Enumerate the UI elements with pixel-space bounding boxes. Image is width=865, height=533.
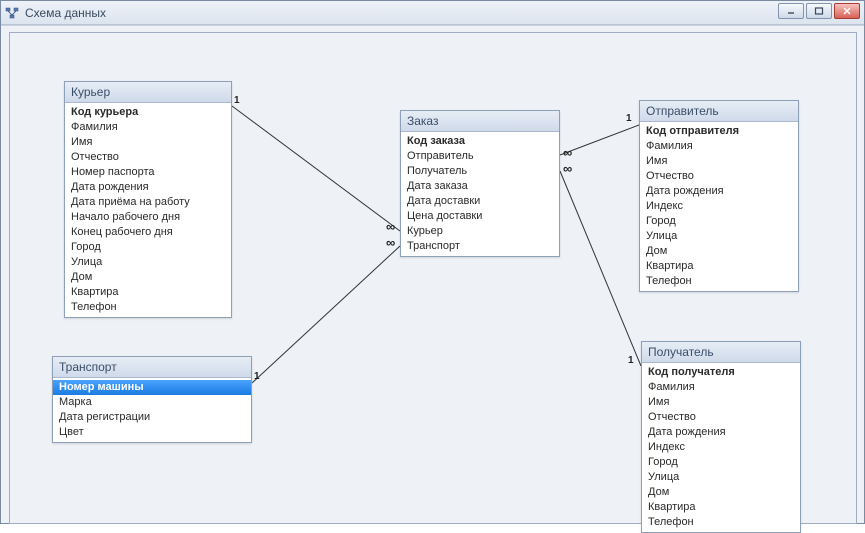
entity-sender[interactable]: ОтправительКод отправителяФамилияИмяОтче…	[639, 100, 799, 292]
field[interactable]: Дата рождения	[65, 180, 231, 195]
field[interactable]: Цвет	[53, 425, 251, 440]
field[interactable]: Квартира	[642, 500, 800, 515]
field[interactable]: Дата регистрации	[53, 410, 251, 425]
relation-one-label: 1	[626, 113, 632, 124]
field[interactable]: Телефон	[640, 274, 798, 289]
window-frame: Схема данных КурьерКод курьераФамилияИмя…	[0, 0, 865, 524]
field[interactable]: Отчество	[640, 169, 798, 184]
field[interactable]: Улица	[642, 470, 800, 485]
field[interactable]: Отчество	[642, 410, 800, 425]
field[interactable]: Дом	[642, 485, 800, 500]
field[interactable]: Код курьера	[65, 105, 231, 120]
close-button[interactable]	[834, 3, 860, 19]
entity-fields: Код получателяФамилияИмяОтчествоДата рож…	[642, 363, 800, 532]
entity-header[interactable]: Отправитель	[640, 101, 798, 122]
entity-order[interactable]: ЗаказКод заказаОтправительПолучательДата…	[400, 110, 560, 257]
relation-many-label: ∞	[563, 165, 572, 173]
field[interactable]: Город	[65, 240, 231, 255]
field[interactable]: Улица	[65, 255, 231, 270]
entity-courier[interactable]: КурьерКод курьераФамилияИмяОтчествоНомер…	[64, 81, 232, 318]
field[interactable]: Квартира	[65, 285, 231, 300]
field[interactable]: Дата заказа	[401, 179, 559, 194]
entity-fields: Код курьераФамилияИмяОтчествоНомер паспо…	[65, 103, 231, 317]
field[interactable]: Фамилия	[65, 120, 231, 135]
entity-header[interactable]: Заказ	[401, 111, 559, 132]
maximize-button[interactable]	[806, 3, 832, 19]
diagram-area[interactable]: КурьерКод курьераФамилияИмяОтчествоНомер…	[9, 32, 857, 524]
field[interactable]: Отчество	[65, 150, 231, 165]
window-buttons	[778, 3, 860, 19]
field[interactable]: Имя	[65, 135, 231, 150]
entity-fields: Код отправителяФамилияИмяОтчествоДата ро…	[640, 122, 798, 291]
field[interactable]: Фамилия	[640, 139, 798, 154]
field[interactable]: Улица	[640, 229, 798, 244]
field[interactable]: Дом	[640, 244, 798, 259]
field[interactable]: Код заказа	[401, 134, 559, 149]
field[interactable]: Цена доставки	[401, 209, 559, 224]
minimize-button[interactable]	[778, 3, 804, 19]
field[interactable]: Телефон	[642, 515, 800, 530]
field[interactable]: Конец рабочего дня	[65, 225, 231, 240]
relation-one-label: 1	[628, 355, 634, 366]
relationships-icon	[5, 6, 19, 20]
field[interactable]: Дата рождения	[640, 184, 798, 199]
field[interactable]: Начало рабочего дня	[65, 210, 231, 225]
field[interactable]: Город	[642, 455, 800, 470]
entity-fields: Номер машиныМаркаДата регистрацииЦвет	[53, 378, 251, 442]
field[interactable]: Квартира	[640, 259, 798, 274]
entity-fields: Код заказаОтправительПолучательДата зака…	[401, 132, 559, 256]
field[interactable]: Фамилия	[642, 380, 800, 395]
field[interactable]: Индекс	[640, 199, 798, 214]
field[interactable]: Отправитель	[401, 149, 559, 164]
entity-header[interactable]: Транспорт	[53, 357, 251, 378]
entity-header[interactable]: Получатель	[642, 342, 800, 363]
field[interactable]: Марка	[53, 395, 251, 410]
field[interactable]: Имя	[642, 395, 800, 410]
canvas[interactable]: КурьерКод курьераФамилияИмяОтчествоНомер…	[1, 25, 864, 523]
relation-one-label: 1	[234, 95, 240, 106]
field[interactable]: Телефон	[65, 300, 231, 315]
field[interactable]: Курьер	[401, 224, 559, 239]
relation-one-label: 1	[254, 371, 260, 382]
field[interactable]: Дом	[65, 270, 231, 285]
entity-header[interactable]: Курьер	[65, 82, 231, 103]
field[interactable]: Дата доставки	[401, 194, 559, 209]
field[interactable]: Номер машины	[53, 380, 251, 395]
field[interactable]: Код отправителя	[640, 124, 798, 139]
field[interactable]: Индекс	[642, 440, 800, 455]
field[interactable]: Номер паспорта	[65, 165, 231, 180]
window-title: Схема данных	[25, 6, 106, 20]
field[interactable]: Дата приёма на работу	[65, 195, 231, 210]
titlebar[interactable]: Схема данных	[1, 1, 864, 25]
field[interactable]: Код получателя	[642, 365, 800, 380]
field[interactable]: Получатель	[401, 164, 559, 179]
field[interactable]: Город	[640, 214, 798, 229]
relation-many-label: ∞	[386, 239, 395, 247]
field[interactable]: Дата рождения	[642, 425, 800, 440]
entity-transport[interactable]: ТранспортНомер машиныМаркаДата регистрац…	[52, 356, 252, 443]
entity-recipient[interactable]: ПолучательКод получателяФамилияИмяОтчест…	[641, 341, 801, 533]
relation-many-label: ∞	[563, 149, 572, 157]
field[interactable]: Транспорт	[401, 239, 559, 254]
relation-many-label: ∞	[386, 223, 395, 231]
field[interactable]: Имя	[640, 154, 798, 169]
